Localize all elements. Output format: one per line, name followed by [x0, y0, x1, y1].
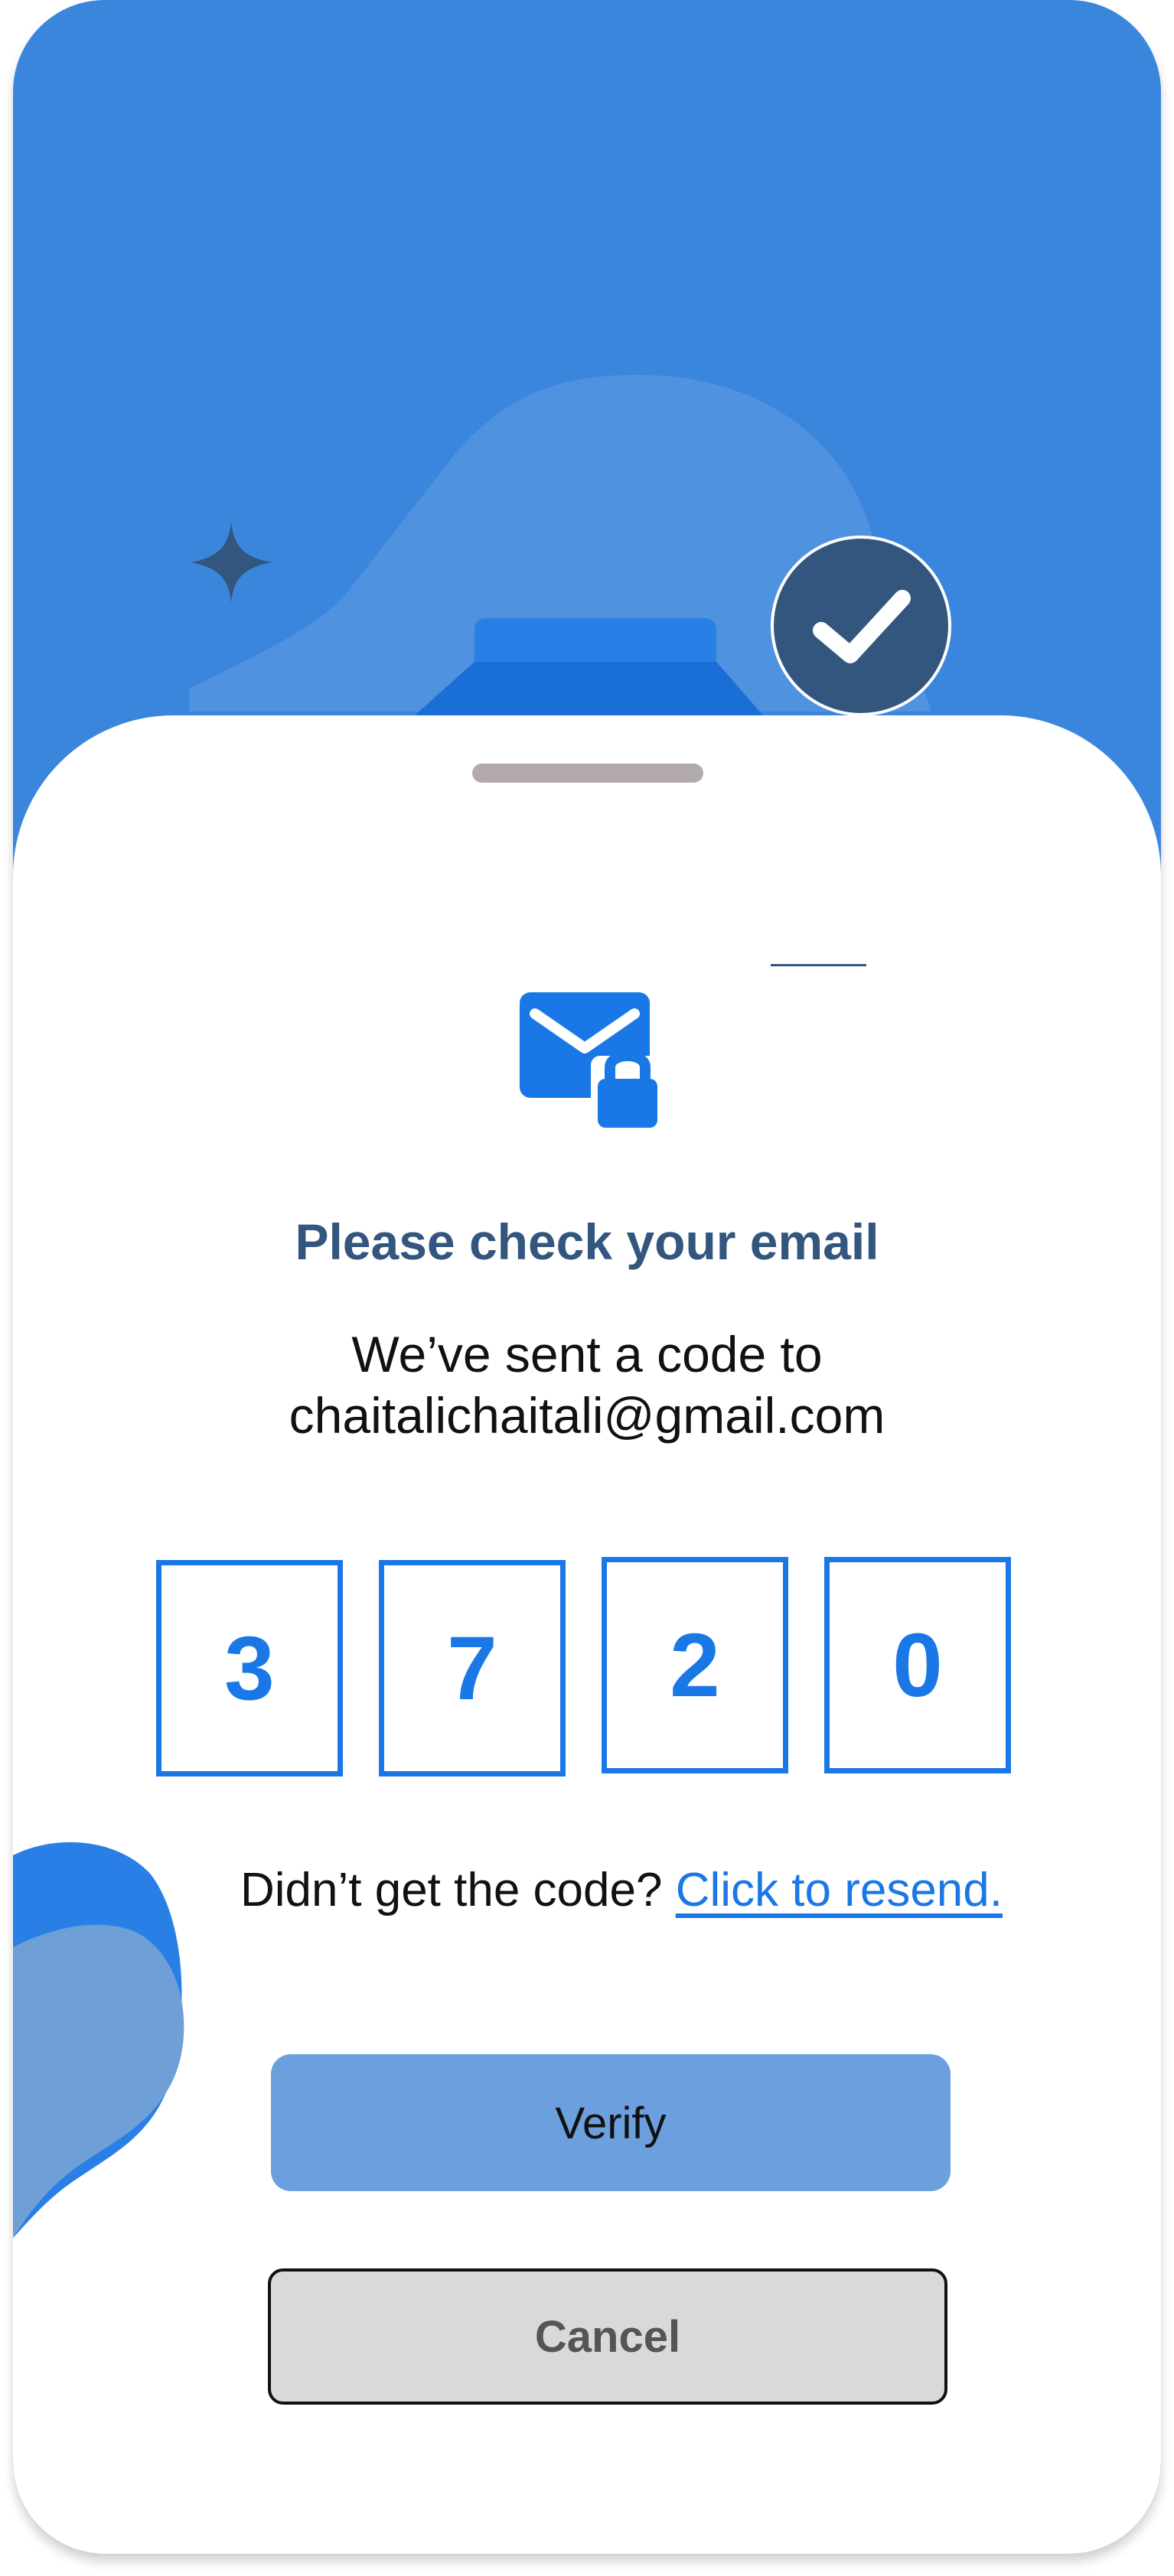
sheet-grabber[interactable] [472, 764, 703, 783]
resend-prompt: Didn’t get the code? [240, 1864, 663, 1917]
verify-button[interactable]: Verify [271, 2054, 951, 2191]
cancel-button[interactable]: Cancel [268, 2268, 947, 2405]
decorative-line [771, 964, 866, 966]
subtitle-text: We’ve sent a code to [351, 1326, 823, 1382]
code-digit-2[interactable]: 7 [379, 1560, 566, 1776]
code-digit-1[interactable]: 3 [156, 1560, 343, 1776]
status-badge [771, 536, 951, 716]
code-digit-4[interactable]: 0 [824, 1557, 1011, 1773]
code-digit-3[interactable]: 2 [602, 1557, 788, 1773]
sparkle-icon [191, 522, 272, 603]
subtitle: We’ve sent a code to chaitalichaitali@gm… [13, 1324, 1161, 1446]
checkmark-icon [813, 590, 911, 663]
resend-row: Didn’t get the code? Click to resend. [13, 1863, 1161, 1917]
hero-illustration [189, 375, 931, 715]
email-address: chaitalichaitali@gmail.com [289, 1387, 885, 1444]
resend-link[interactable]: Click to resend. [676, 1864, 1003, 1917]
mail-lock-icon [520, 992, 664, 1132]
page-title: Please check your email [295, 1213, 879, 1270]
bottom-sheet: Please check your email We’ve sent a cod… [13, 715, 1161, 2554]
phone-frame: Please check your email We’ve sent a cod… [13, 0, 1161, 2554]
